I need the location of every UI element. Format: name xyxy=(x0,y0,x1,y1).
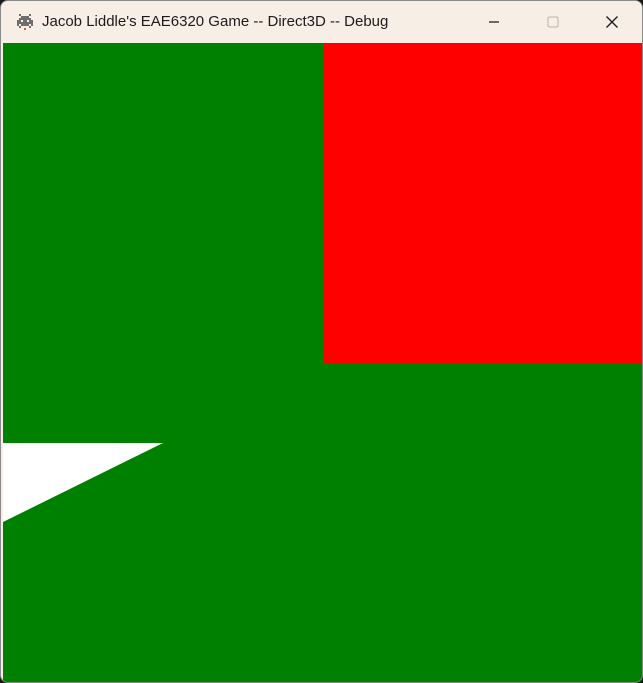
render-scene xyxy=(3,43,642,682)
window-title: Jacob Liddle's EAE6320 Game -- Direct3D … xyxy=(42,13,389,30)
title-bar[interactable]: Jacob Liddle's EAE6320 Game -- Direct3D … xyxy=(1,1,642,42)
app-window: Jacob Liddle's EAE6320 Game -- Direct3D … xyxy=(0,0,643,683)
minimize-button[interactable] xyxy=(465,1,523,42)
close-button[interactable] xyxy=(583,1,641,42)
red-rectangle xyxy=(323,43,642,363)
space-invader-icon xyxy=(17,14,33,30)
maximize-button[interactable] xyxy=(524,1,582,42)
close-icon xyxy=(606,15,618,28)
minimize-icon xyxy=(489,20,499,23)
maximize-icon xyxy=(547,16,559,27)
game-viewport[interactable] xyxy=(3,43,642,682)
